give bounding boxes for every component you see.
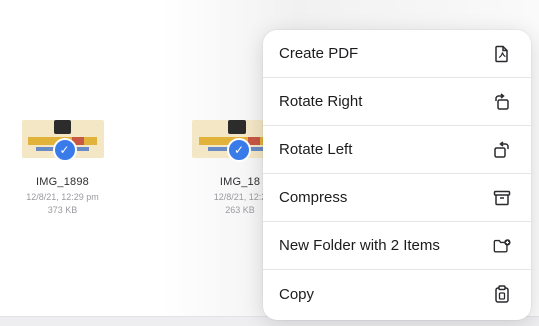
- file-name: IMG_1898: [36, 176, 89, 188]
- menu-item-label: Rotate Left: [279, 141, 353, 158]
- menu-item-label: Rotate Right: [279, 93, 363, 110]
- menu-item-new-folder[interactable]: New Folder with 2 Items: [263, 222, 531, 270]
- archive-box-icon: [493, 189, 511, 207]
- context-menu: Create PDF Rotate Right Rotate Left Comp…: [263, 30, 531, 320]
- rotate-right-icon: [493, 92, 511, 111]
- rotate-left-icon: [493, 140, 511, 159]
- file-size: 373 KB: [47, 205, 78, 215]
- menu-item-compress[interactable]: Compress: [263, 174, 531, 222]
- menu-item-label: Copy: [279, 285, 315, 303]
- menu-item-create-pdf[interactable]: Create PDF: [263, 30, 531, 78]
- copy-clipboard-icon: [493, 285, 511, 303]
- checkmark-icon: ✓: [227, 138, 251, 162]
- menu-item-label: New Folder with 2 Items: [279, 237, 440, 254]
- checkmark-icon: ✓: [52, 138, 77, 162]
- menu-item-rotate-right[interactable]: Rotate Right: [263, 78, 531, 126]
- file-item[interactable]: ✓ IMG_1898 12/8/21, 12:29 pm 373 KB: [0, 112, 125, 215]
- file-thumbnail[interactable]: ✓: [21, 112, 104, 164]
- menu-item-label: Create PDF: [279, 45, 359, 62]
- folder-badge-plus-icon: [493, 237, 511, 255]
- menu-item-rotate-left[interactable]: Rotate Left: [263, 126, 531, 174]
- menu-item-copy[interactable]: Copy: [263, 270, 531, 318]
- create-pdf-icon: [493, 45, 511, 63]
- file-date: 12/8/21, 12:29 pm: [26, 192, 99, 202]
- menu-item-label: Compress: [279, 189, 348, 206]
